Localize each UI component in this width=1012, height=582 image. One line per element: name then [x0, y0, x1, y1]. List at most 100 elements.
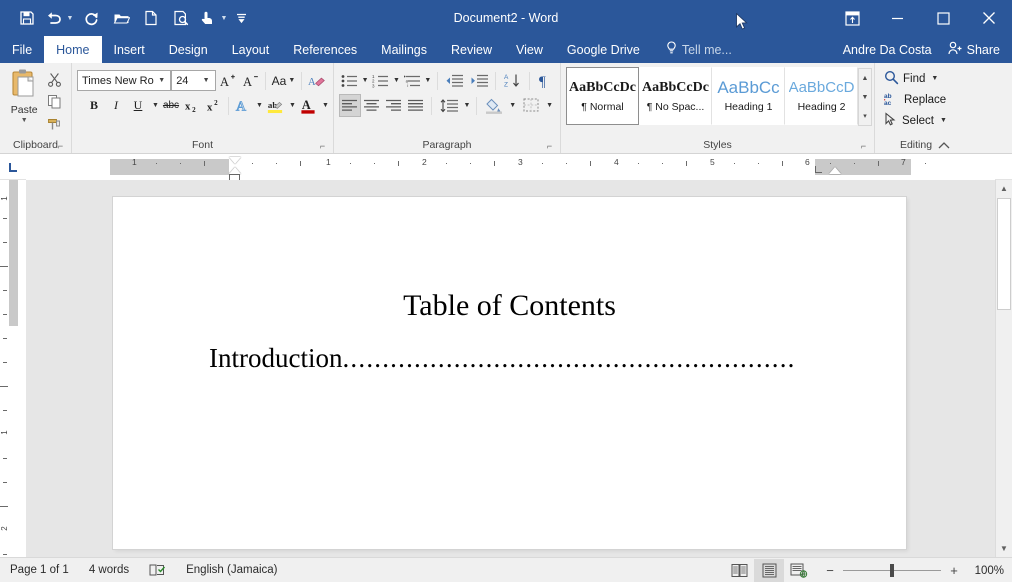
zoom-slider-thumb[interactable]	[890, 564, 894, 577]
first-line-indent-marker[interactable]	[229, 157, 241, 164]
vertical-ruler[interactable]: 1 1 2	[0, 180, 26, 557]
tab-home[interactable]: Home	[44, 36, 102, 63]
tab-google-drive[interactable]: Google Drive	[555, 36, 652, 63]
tab-insert[interactable]: Insert	[102, 36, 157, 63]
decrease-indent-button[interactable]	[442, 69, 467, 92]
undo-dropdown-icon[interactable]: ▼	[64, 4, 76, 32]
tab-design[interactable]: Design	[157, 36, 220, 63]
tell-me-search[interactable]: Tell me...	[652, 36, 742, 63]
font-name-combobox[interactable]: Times New Ro ▼	[77, 70, 172, 91]
paragraph-dialog-launcher[interactable]: ⌐	[544, 141, 555, 152]
save-icon[interactable]	[12, 4, 42, 32]
tab-review[interactable]: Review	[439, 36, 504, 63]
underline-button[interactable]: U	[127, 94, 149, 117]
grow-font-button[interactable]: A	[217, 69, 239, 92]
bullets-button[interactable]	[339, 69, 360, 92]
clipboard-dialog-launcher[interactable]: ⌐	[55, 141, 66, 152]
line-spacing-button[interactable]	[436, 94, 462, 117]
borders-button[interactable]	[518, 94, 544, 117]
document-canvas[interactable]: Table of Contents Introduction..........…	[26, 180, 995, 557]
hanging-indent-marker[interactable]	[229, 167, 241, 174]
cut-button[interactable]	[44, 69, 66, 89]
minimize-button[interactable]	[874, 0, 920, 36]
increase-indent-button[interactable]	[467, 69, 492, 92]
select-button[interactable]: Select ▼	[884, 110, 947, 131]
scroll-thumb[interactable]	[997, 198, 1011, 310]
strikethrough-button[interactable]: abc	[160, 94, 182, 117]
font-name-dropdown-icon[interactable]: ▼	[155, 77, 168, 84]
view-print-layout-button[interactable]	[754, 559, 784, 582]
borders-dropdown-icon[interactable]: ▼	[544, 94, 555, 117]
change-case-button[interactable]: Aa ▼	[269, 69, 298, 92]
align-left-button[interactable]	[339, 94, 361, 117]
superscript-button[interactable]: x2	[204, 94, 226, 117]
customize-quick-access-toolbar-icon[interactable]	[230, 4, 252, 32]
zoom-slider[interactable]	[843, 564, 941, 577]
undo-icon[interactable]	[42, 4, 64, 32]
view-read-mode-button[interactable]	[724, 559, 754, 582]
vertical-scrollbar[interactable]: ▲ ▼	[995, 180, 1012, 557]
zoom-in-button[interactable]: +	[948, 563, 960, 578]
find-dropdown-icon[interactable]: ▼	[931, 75, 938, 82]
view-web-layout-button[interactable]	[784, 559, 814, 582]
collapse-ribbon-icon[interactable]	[937, 138, 951, 152]
numbering-button[interactable]: 123	[370, 69, 391, 92]
styles-scroll-down-icon[interactable]: ▼	[859, 88, 871, 106]
font-size-combobox[interactable]: 24 ▼	[171, 70, 216, 91]
font-color-dropdown-icon[interactable]: ▼	[319, 94, 330, 117]
text-effects-dropdown-icon[interactable]: ▼	[253, 94, 264, 117]
account-name[interactable]: Andre Da Costa	[835, 43, 940, 57]
select-dropdown-icon[interactable]: ▼	[940, 117, 947, 124]
styles-gallery-scroll[interactable]: ▲ ▼ ▾	[858, 68, 872, 126]
status-page-number[interactable]: Page 1 of 1	[0, 564, 79, 576]
styles-dialog-launcher[interactable]: ⌐	[858, 141, 869, 152]
font-dialog-launcher[interactable]: ⌐	[317, 141, 328, 152]
style-no-spacing[interactable]: AaBbCcDc ¶ No Spac...	[639, 67, 712, 125]
tab-stop-selector[interactable]	[0, 154, 26, 180]
ribbon-display-options-icon[interactable]	[830, 0, 874, 36]
font-color-button[interactable]: A	[297, 94, 319, 117]
underline-dropdown-icon[interactable]: ▼	[149, 94, 160, 117]
style-heading-2[interactable]: AaBbCcD Heading 2	[785, 67, 858, 125]
tab-view[interactable]: View	[504, 36, 555, 63]
tab-mailings[interactable]: Mailings	[369, 36, 439, 63]
font-size-dropdown-icon[interactable]: ▼	[200, 77, 213, 84]
italic-button[interactable]: I	[105, 94, 127, 117]
find-button[interactable]: Find ▼	[884, 68, 947, 89]
multilevel-list-button[interactable]: ai	[402, 69, 423, 92]
bullets-dropdown-icon[interactable]: ▼	[360, 69, 370, 92]
tab-layout[interactable]: Layout	[220, 36, 282, 63]
paste-dropdown-icon[interactable]: ▼	[21, 117, 28, 125]
change-case-dropdown-icon[interactable]: ▼	[288, 77, 295, 84]
styles-scroll-up-icon[interactable]: ▲	[859, 69, 871, 87]
zoom-out-button[interactable]: −	[824, 563, 836, 578]
tab-file[interactable]: File	[0, 36, 45, 63]
status-word-count[interactable]: 4 words	[79, 564, 139, 576]
line-spacing-dropdown-icon[interactable]: ▼	[461, 94, 472, 117]
status-language[interactable]: English (Jamaica)	[176, 564, 287, 576]
style-heading-1[interactable]: AaBbCс Heading 1	[712, 67, 785, 125]
document-page[interactable]: Table of Contents Introduction..........…	[113, 197, 906, 549]
numbering-dropdown-icon[interactable]: ▼	[391, 69, 401, 92]
touch-mouse-dropdown-icon[interactable]: ▼	[218, 4, 230, 32]
new-document-icon[interactable]	[136, 4, 166, 32]
tab-references[interactable]: References	[281, 36, 369, 63]
format-painter-button[interactable]	[44, 113, 66, 133]
shading-button[interactable]	[481, 94, 507, 117]
copy-button[interactable]	[44, 91, 66, 111]
close-button[interactable]	[966, 0, 1012, 36]
styles-more-icon[interactable]: ▾	[859, 107, 871, 125]
redo-icon[interactable]	[76, 4, 106, 32]
scroll-up-icon[interactable]: ▲	[996, 180, 1012, 197]
proofing-status-icon[interactable]	[139, 563, 176, 578]
zoom-level-label[interactable]: 100%	[968, 565, 1004, 577]
shrink-font-button[interactable]: A	[240, 69, 262, 92]
subscript-button[interactable]: x2	[182, 94, 204, 117]
paste-button[interactable]: Paste ▼	[5, 66, 43, 137]
shading-dropdown-icon[interactable]: ▼	[507, 94, 518, 117]
maximize-button[interactable]	[920, 0, 966, 36]
align-center-button[interactable]	[361, 94, 383, 117]
align-right-button[interactable]	[383, 94, 405, 117]
horizontal-ruler[interactable]: 1 1 2 3 4 5 6 7	[26, 154, 995, 181]
text-highlight-color-button[interactable]: ab	[264, 94, 286, 117]
